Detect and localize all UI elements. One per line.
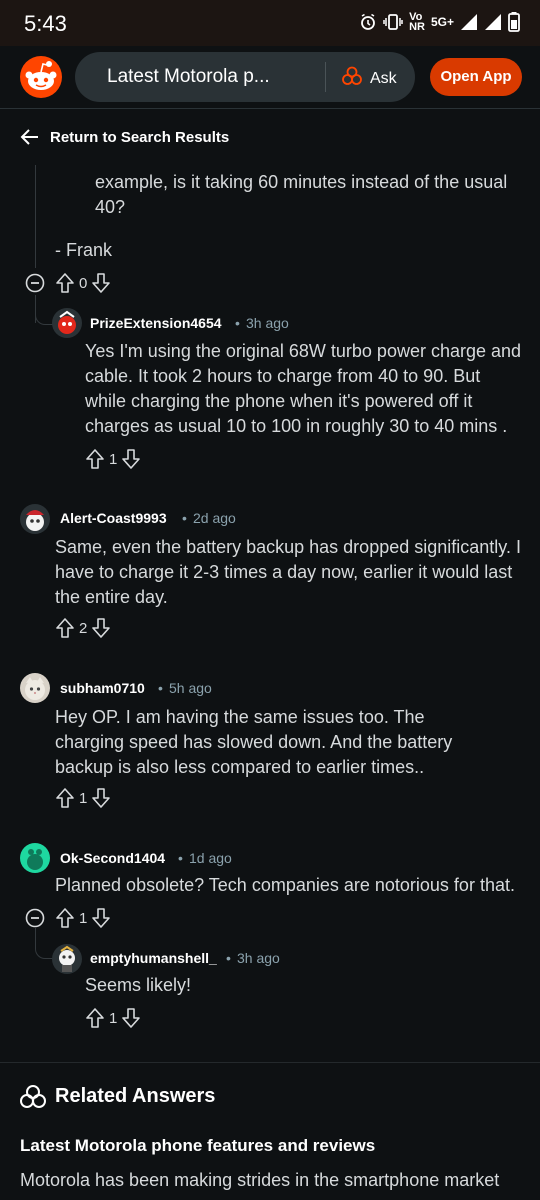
collapse-thread-icon[interactable] (25, 273, 45, 293)
comment-author[interactable]: PrizeExtension4654 (90, 315, 222, 331)
vote-count: 2 (79, 619, 88, 637)
avatar[interactable] (20, 504, 50, 534)
open-app-button[interactable]: Open App (430, 58, 522, 96)
comment-text: Planned obsolete? Tech companies are not… (55, 875, 515, 895)
ask-label: Ask (370, 69, 397, 87)
upvote-icon[interactable] (55, 907, 75, 929)
downvote-icon[interactable] (91, 787, 111, 809)
nr-label: NR (409, 21, 425, 33)
alarm-icon (359, 13, 377, 31)
related-answers-icon (20, 1084, 46, 1115)
related-answers-title: Related Answers (55, 1085, 216, 1107)
comment-time: 3h ago (246, 315, 289, 331)
separator: • (182, 510, 187, 526)
vote-row: 1 (85, 1007, 141, 1029)
vote-row: 2 (55, 617, 111, 639)
downvote-icon[interactable] (121, 448, 141, 470)
separator: • (226, 950, 231, 966)
avatar[interactable] (52, 308, 82, 338)
battery-icon (508, 12, 520, 32)
thread-branch (35, 930, 54, 959)
network-type: 5G+ (430, 15, 454, 29)
volte-indicator: Vo NR (409, 12, 425, 33)
back-label[interactable]: Return to Search Results (50, 129, 229, 146)
vote-count: 1 (109, 450, 118, 468)
back-arrow-icon[interactable] (20, 127, 40, 152)
comment-text: Same, even the battery backup has droppe… (55, 537, 521, 607)
upvote-icon[interactable] (55, 787, 75, 809)
vote-row: 1 (55, 787, 111, 809)
comment-text: Seems likely! (85, 975, 192, 995)
back-bar[interactable]: Return to Search Results (0, 109, 540, 165)
related-question-link[interactable]: Latest Motorola phone features and revie… (20, 1136, 375, 1156)
avatar[interactable] (20, 843, 50, 873)
search-divider (325, 62, 326, 92)
comment-time: 3h ago (237, 950, 280, 966)
separator: • (235, 315, 240, 331)
answers-icon (342, 66, 362, 91)
comment-text: Hey OP. I am having the same issues too.… (55, 707, 453, 777)
signal-icon (460, 13, 478, 31)
upvote-icon[interactable] (85, 1007, 105, 1029)
signal-icon-2 (484, 13, 502, 31)
upvote-icon[interactable] (55, 272, 75, 294)
downvote-icon[interactable] (91, 907, 111, 929)
search-query[interactable]: Latest Motorola p... (107, 66, 287, 88)
status-bar: 5:43 Vo NR 5G+ (0, 0, 540, 46)
related-answer-text: Motorola has been making strides in the … (20, 1170, 500, 1190)
comment-time: 2d ago (193, 510, 236, 526)
vote-row: 1 (85, 448, 141, 470)
collapse-thread-icon[interactable] (25, 908, 45, 928)
search-bar[interactable]: Latest Motorola p... Ask (75, 52, 415, 102)
status-icons: Vo NR 5G+ (359, 12, 520, 33)
vote-count: 1 (109, 1009, 118, 1027)
comment-author[interactable]: subham0710 (60, 680, 145, 696)
comment-time: 5h ago (169, 680, 212, 696)
comment-author[interactable]: Ok-Second1404 (60, 850, 165, 866)
comment-text: example, is it taking 60 minutes instead… (95, 172, 508, 217)
thread-line (35, 165, 36, 268)
comment-author[interactable]: emptyhumanshell_ (90, 950, 217, 966)
avatar[interactable] (52, 944, 82, 974)
app-header: Latest Motorola p... Ask Open App (0, 46, 540, 109)
vibrate-icon (383, 13, 403, 31)
downvote-icon[interactable] (91, 272, 111, 294)
comment-text: Yes I'm using the original 68W turbo pow… (85, 341, 522, 436)
avatar[interactable] (20, 673, 50, 703)
vote-count: 0 (79, 274, 88, 292)
downvote-icon[interactable] (121, 1007, 141, 1029)
downvote-icon[interactable] (91, 617, 111, 639)
vote-count: 1 (79, 789, 88, 807)
vote-row: 1 (55, 907, 111, 929)
reddit-logo-icon[interactable] (20, 56, 62, 103)
ask-button[interactable]: Ask (342, 66, 397, 91)
upvote-icon[interactable] (55, 617, 75, 639)
separator: • (158, 680, 163, 696)
vote-count: 1 (79, 909, 88, 927)
separator: • (178, 850, 183, 866)
comment-time: 1d ago (189, 850, 232, 866)
upvote-icon[interactable] (85, 448, 105, 470)
section-divider (0, 1062, 540, 1063)
vote-row: 0 (55, 272, 111, 294)
comment-signature: - Frank (55, 240, 113, 260)
status-time: 5:43 (24, 11, 67, 36)
comment-author[interactable]: Alert-Coast9993 (60, 510, 167, 526)
